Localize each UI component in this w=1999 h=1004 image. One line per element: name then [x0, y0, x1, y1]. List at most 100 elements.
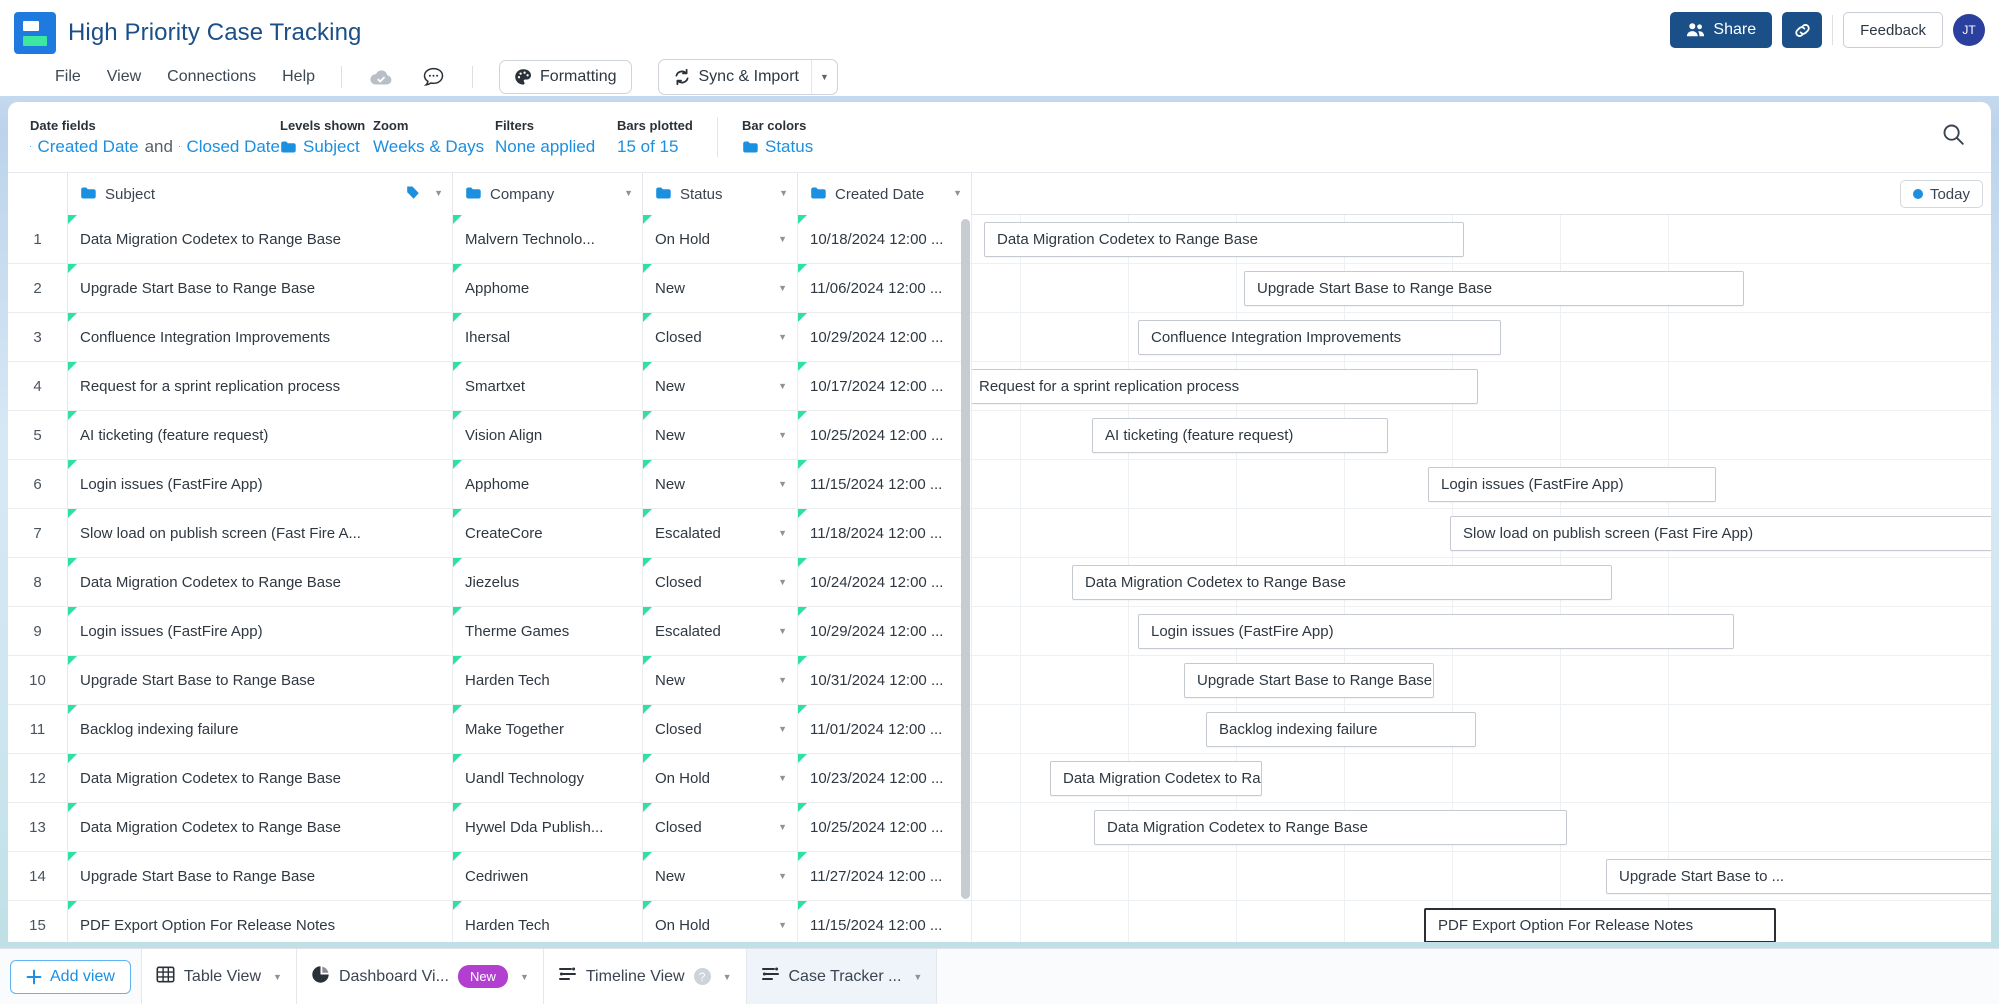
- chevron-down-icon[interactable]: ▼: [723, 972, 732, 982]
- chevron-down-icon[interactable]: ▼: [273, 972, 282, 982]
- table-row[interactable]: 6Login issues (FastFire App)ApphomeNew▼1…: [8, 460, 972, 509]
- cell-company[interactable]: Make Together: [453, 705, 643, 753]
- table-row[interactable]: 8Data Migration Codetex to Range BaseJie…: [8, 558, 972, 607]
- cell-status[interactable]: Closed▼: [643, 705, 798, 753]
- chevron-down-icon[interactable]: ▼: [778, 332, 787, 342]
- chevron-down-icon[interactable]: ▼: [778, 528, 787, 538]
- cell-subject[interactable]: Request for a sprint replication process: [68, 362, 453, 410]
- cell-created[interactable]: 10/17/2024 12:00 ...: [798, 362, 972, 410]
- chevron-down-icon[interactable]: ▼: [778, 675, 787, 685]
- table-row[interactable]: 1Data Migration Codetex to Range BaseMal…: [8, 215, 972, 264]
- chevron-down-icon[interactable]: ▼: [778, 871, 787, 881]
- sync-import-main[interactable]: Sync & Import: [659, 60, 811, 94]
- tag-icon[interactable]: [406, 185, 420, 205]
- chevron-down-icon[interactable]: ▼: [778, 479, 787, 489]
- cloud-check-icon[interactable]: [368, 64, 394, 90]
- search-icon[interactable]: [1942, 123, 1965, 151]
- cell-subject[interactable]: Upgrade Start Base to Range Base: [68, 656, 453, 704]
- cell-created[interactable]: 10/18/2024 12:00 ...: [798, 215, 972, 263]
- cell-created[interactable]: 11/06/2024 12:00 ...: [798, 264, 972, 312]
- feedback-button[interactable]: Feedback: [1843, 12, 1943, 48]
- table-row[interactable]: 2Upgrade Start Base to Range BaseApphome…: [8, 264, 972, 313]
- menu-item-file[interactable]: File: [55, 68, 81, 86]
- chevron-down-icon[interactable]: ▼: [778, 822, 787, 832]
- cell-company[interactable]: Apphome: [453, 460, 643, 508]
- cell-subject[interactable]: Login issues (FastFire App): [68, 607, 453, 655]
- setting-value-bar-colors[interactable]: Status: [742, 137, 882, 157]
- gantt-bar[interactable]: Data Migration Codetex to Range Base: [984, 222, 1464, 257]
- table-row[interactable]: 12Data Migration Codetex to Range BaseUa…: [8, 754, 972, 803]
- cell-company[interactable]: Harden Tech: [453, 656, 643, 704]
- chevron-down-icon[interactable]: ▼: [778, 283, 787, 293]
- chevron-down-icon[interactable]: ▼: [778, 234, 787, 244]
- chevron-down-icon-created[interactable]: ▼: [953, 188, 962, 198]
- cell-status[interactable]: New▼: [643, 362, 798, 410]
- cell-subject[interactable]: Data Migration Codetex to Range Base: [68, 558, 453, 606]
- gantt-bar[interactable]: Data Migration Codetex to Range Base: [1072, 565, 1612, 600]
- comment-icon[interactable]: [420, 64, 446, 90]
- copy-link-button[interactable]: [1782, 12, 1822, 48]
- cell-created[interactable]: 11/01/2024 12:00 ...: [798, 705, 972, 753]
- add-view-button[interactable]: Add view: [10, 960, 131, 994]
- table-row[interactable]: 5AI ticketing (feature request)Vision Al…: [8, 411, 972, 460]
- col-header-company[interactable]: Company ▼: [453, 173, 643, 215]
- cell-created[interactable]: 11/15/2024 12:00 ...: [798, 460, 972, 508]
- cell-subject[interactable]: Data Migration Codetex to Range Base: [68, 803, 453, 851]
- col-header-status[interactable]: Status ▼: [643, 173, 798, 215]
- view-tab-dashboard-vi[interactable]: Dashboard Vi...New▼: [297, 949, 544, 1004]
- gantt-bar[interactable]: Login issues (FastFire App): [1428, 467, 1716, 502]
- cell-subject[interactable]: Backlog indexing failure: [68, 705, 453, 753]
- col-header-subject[interactable]: Subject ▼: [68, 173, 453, 215]
- menu-item-connections[interactable]: Connections: [167, 68, 256, 86]
- chevron-down-icon[interactable]: ▼: [778, 773, 787, 783]
- menu-item-help[interactable]: Help: [282, 68, 315, 86]
- table-row[interactable]: 10Upgrade Start Base to Range BaseHarden…: [8, 656, 972, 705]
- table-row[interactable]: 15PDF Export Option For Release NotesHar…: [8, 901, 972, 942]
- cell-status[interactable]: Closed▼: [643, 803, 798, 851]
- cell-status[interactable]: New▼: [643, 264, 798, 312]
- chevron-down-icon[interactable]: ▼: [778, 724, 787, 734]
- cell-status[interactable]: Closed▼: [643, 558, 798, 606]
- today-marker[interactable]: Today: [1900, 180, 1983, 208]
- chevron-down-icon-subject[interactable]: ▼: [434, 188, 443, 198]
- table-row[interactable]: 14Upgrade Start Base to Range BaseCedriw…: [8, 852, 972, 901]
- chevron-down-icon[interactable]: ▼: [778, 626, 787, 636]
- chevron-down-icon[interactable]: ▼: [778, 381, 787, 391]
- cell-status[interactable]: Closed▼: [643, 313, 798, 361]
- cell-created[interactable]: 10/25/2024 12:00 ...: [798, 803, 972, 851]
- cell-company[interactable]: Jiezelus: [453, 558, 643, 606]
- view-tab-timeline-view[interactable]: Timeline View?▼: [544, 949, 747, 1004]
- gantt-bar[interactable]: Confluence Integration Improvements: [1138, 320, 1501, 355]
- cell-status[interactable]: New▼: [643, 852, 798, 900]
- setting-value-filters[interactable]: None applied: [495, 137, 617, 157]
- avatar[interactable]: JT: [1953, 14, 1985, 46]
- cell-status[interactable]: Escalated▼: [643, 509, 798, 557]
- gantt-bar[interactable]: Request for a sprint replication process: [972, 369, 1478, 404]
- cell-subject[interactable]: Data Migration Codetex to Range Base: [68, 215, 453, 263]
- cell-created[interactable]: 10/23/2024 12:00 ...: [798, 754, 972, 802]
- chevron-down-icon[interactable]: ▼: [520, 972, 529, 982]
- gantt-bar[interactable]: Upgrade Start Base to Range Base: [1184, 663, 1434, 698]
- cell-subject[interactable]: Data Migration Codetex to Range Base: [68, 754, 453, 802]
- chevron-down-icon-company[interactable]: ▼: [624, 188, 633, 198]
- chevron-down-icon[interactable]: ▼: [778, 920, 787, 930]
- cell-subject[interactable]: Upgrade Start Base to Range Base: [68, 852, 453, 900]
- help-icon[interactable]: ?: [694, 968, 711, 985]
- cell-created[interactable]: 11/15/2024 12:00 ...: [798, 901, 972, 942]
- cell-subject[interactable]: Upgrade Start Base to Range Base: [68, 264, 453, 312]
- gantt-bar[interactable]: Data Migration Codetex to Range Base: [1050, 761, 1262, 796]
- cell-company[interactable]: Ihersal: [453, 313, 643, 361]
- cell-status[interactable]: On Hold▼: [643, 901, 798, 942]
- cell-company[interactable]: Uandl Technology: [453, 754, 643, 802]
- sync-import-caret[interactable]: ▼: [811, 60, 837, 94]
- cell-created[interactable]: 10/24/2024 12:00 ...: [798, 558, 972, 606]
- share-button[interactable]: Share: [1670, 12, 1772, 48]
- chevron-down-icon[interactable]: ▼: [913, 972, 922, 982]
- chevron-down-icon[interactable]: ▼: [778, 577, 787, 587]
- cell-company[interactable]: Vision Align: [453, 411, 643, 459]
- cell-company[interactable]: CreateCore: [453, 509, 643, 557]
- table-row[interactable]: 3Confluence Integration ImprovementsIher…: [8, 313, 972, 362]
- table-row[interactable]: 4Request for a sprint replication proces…: [8, 362, 972, 411]
- menu-item-view[interactable]: View: [107, 68, 141, 86]
- gantt-bar[interactable]: Backlog indexing failure: [1206, 712, 1476, 747]
